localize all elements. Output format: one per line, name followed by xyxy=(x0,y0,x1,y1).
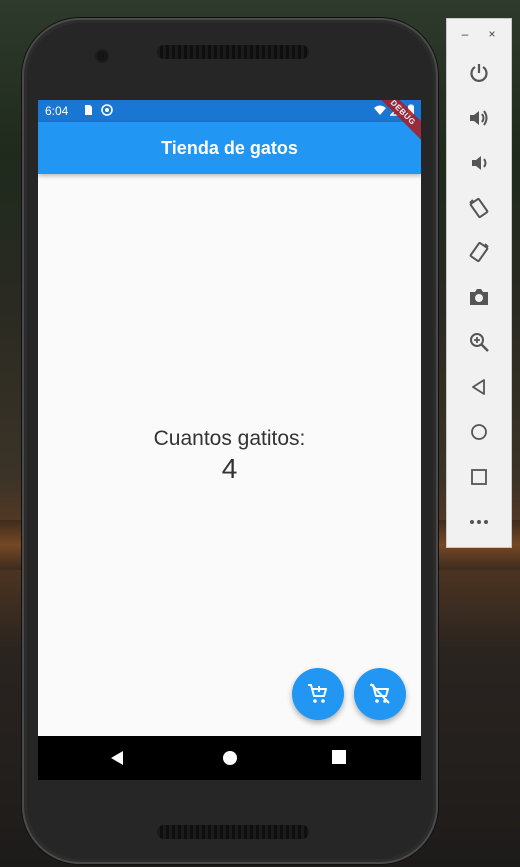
top-speaker xyxy=(157,45,309,59)
overview-icon[interactable] xyxy=(468,466,490,488)
power-icon[interactable] xyxy=(468,62,490,84)
sync-icon xyxy=(101,104,113,116)
status-bar: 6:04 xyxy=(38,100,421,122)
rotate-right-icon[interactable] xyxy=(468,241,490,263)
cat-count-value: 4 xyxy=(221,453,238,484)
add-cat-button[interactable] xyxy=(292,668,344,720)
wifi-icon xyxy=(374,105,386,115)
emulator-toolbar: – × xyxy=(446,18,512,548)
volume-down-icon[interactable] xyxy=(468,152,490,174)
camera-icon[interactable] xyxy=(468,286,490,308)
home-icon[interactable] xyxy=(468,421,490,443)
app-bar: Tienda de gatos xyxy=(38,122,421,174)
volume-up-icon[interactable] xyxy=(468,107,490,129)
minimize-button[interactable]: – xyxy=(458,27,472,41)
back-icon[interactable] xyxy=(468,376,490,398)
page-title: Tienda de gatos xyxy=(161,138,298,158)
cat-count-label: Cuantos gatitos: xyxy=(153,427,306,450)
remove-cat-button[interactable] xyxy=(354,668,406,720)
system-nav-bar xyxy=(38,736,421,780)
more-icon[interactable] xyxy=(468,511,490,533)
remove-shopping-cart-icon xyxy=(370,683,390,704)
front-camera xyxy=(97,51,107,61)
close-button[interactable]: × xyxy=(485,27,499,41)
add-shopping-cart-icon xyxy=(308,684,327,703)
sd-card-icon xyxy=(85,105,92,115)
nav-back-icon[interactable] xyxy=(110,750,124,766)
nav-home-icon[interactable] xyxy=(222,750,238,766)
rotate-left-icon[interactable] xyxy=(468,197,490,219)
zoom-icon[interactable] xyxy=(468,331,490,353)
status-time: 6:04 xyxy=(45,104,69,118)
device-screen: 6:04 Tienda de gatos DEBUG Cuantos gatit… xyxy=(38,100,421,780)
nav-overview-icon[interactable] xyxy=(332,750,346,764)
bottom-speaker xyxy=(157,825,309,839)
